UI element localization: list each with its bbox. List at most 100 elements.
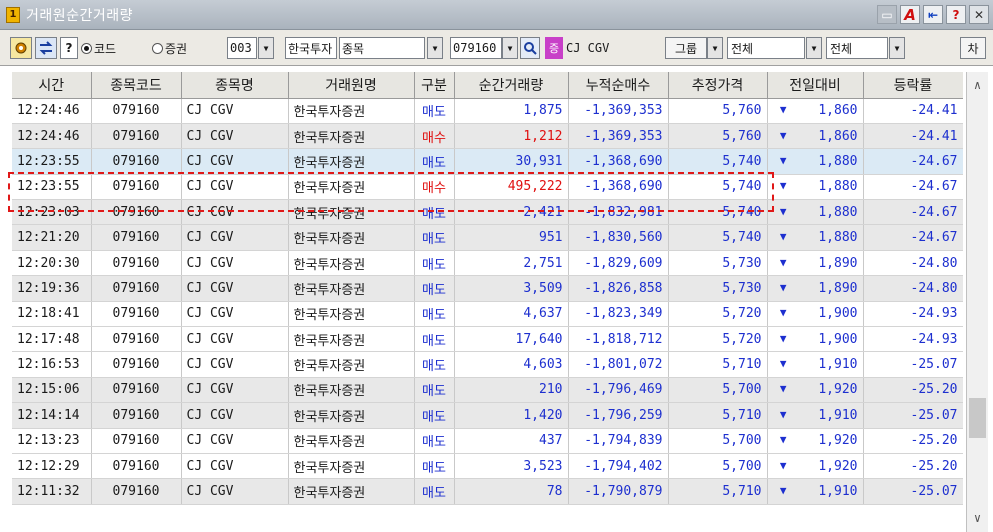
table-row[interactable]: 12:19:36 079160 CJ CGV 한국투자증권 매도 3,509 -1,826,… [12, 275, 963, 302]
col-header-name[interactable]: 종목명 [181, 72, 289, 99]
cell-stock-name: CJ CGV [181, 428, 289, 454]
chevron-down-icon[interactable]: ▼ [502, 37, 518, 59]
radio-code[interactable]: 코드 [81, 37, 116, 59]
cell-side: 매도 [414, 199, 455, 226]
magnifier-icon[interactable] [520, 37, 540, 59]
cell-code: 079160 [91, 351, 182, 378]
cell-broker: 한국투자증권 [288, 478, 415, 505]
table-row[interactable]: 12:23:55 079160 CJ CGV 한국투자증권 매수 495,222 -1,36… [12, 174, 963, 201]
help-icon[interactable]: ? [946, 5, 966, 24]
cell-stock-name: CJ CGV [181, 98, 289, 124]
cell-cum-net: -1,801,072 [568, 351, 669, 378]
table-body: 12:24:46 079160 CJ CGV 한국투자증권 매도 1,875 -1,369,… [12, 98, 963, 505]
cell-code: 079160 [91, 402, 182, 429]
cell-volume: 4,603 [454, 351, 569, 378]
chevron-down-icon[interactable]: ▼ [806, 37, 822, 59]
table-row[interactable]: 12:16:53 079160 CJ CGV 한국투자증권 매도 4,603 -1,801,… [12, 351, 963, 378]
radio-broker[interactable]: 증권 [152, 37, 187, 59]
cell-change: ▼ 1,880 [767, 224, 864, 251]
table-row[interactable]: 12:23:03 079160 CJ CGV 한국투자증권 매도 2,421 -1,832,… [12, 199, 963, 226]
cell-stock-name: CJ CGV [181, 275, 289, 302]
cell-est-price: 5,740 [668, 174, 768, 201]
cell-volume: 1,875 [454, 98, 569, 124]
cell-est-price: 5,710 [668, 402, 768, 429]
table-row[interactable]: 12:11:32 079160 CJ CGV 한국투자증권 매도 78 -1,790,879… [12, 478, 963, 505]
cell-code: 079160 [91, 377, 182, 404]
broker-code-select[interactable]: 003 [227, 37, 257, 59]
col-header-time[interactable]: 시간 [12, 72, 92, 99]
gear-icon[interactable] [10, 37, 32, 59]
group-button[interactable]: 그룹 [665, 37, 707, 59]
cell-est-price: 5,700 [668, 453, 768, 480]
table-row[interactable]: 12:14:14 079160 CJ CGV 한국투자증권 매도 1,420 -1,796,… [12, 402, 963, 429]
change-value: 1,900 [818, 306, 858, 322]
down-triangle-icon: ▼ [779, 255, 787, 269]
cell-rate: -24.41 [863, 98, 963, 124]
cell-cum-net: -1,369,353 [568, 98, 669, 124]
scroll-thumb[interactable] [969, 398, 986, 438]
chevron-down-icon[interactable]: ▼ [258, 37, 274, 59]
chevron-down-icon[interactable]: ▼ [707, 37, 723, 59]
col-header-est-price[interactable]: 추정가격 [668, 72, 768, 99]
swap-arrows-icon[interactable] [35, 37, 57, 59]
filter-select-2[interactable]: 전체 [826, 37, 888, 59]
col-header-broker[interactable]: 거래원명 [288, 72, 415, 99]
kind-select[interactable]: 종목 [339, 37, 425, 59]
table-row[interactable]: 12:15:06 079160 CJ CGV 한국투자증권 매도 210 -1,796,46… [12, 377, 963, 404]
broker-name-field[interactable]: 한국투자 [285, 37, 337, 59]
market-badge: 증 [545, 37, 563, 59]
cell-stock-name: CJ CGV [181, 301, 289, 328]
cell-est-price: 5,740 [668, 199, 768, 226]
cell-change: ▼ 1,920 [767, 428, 864, 454]
font-a-icon[interactable]: A [900, 5, 920, 24]
cell-stock-name: CJ CGV [181, 326, 289, 353]
cell-code: 079160 [91, 275, 182, 302]
col-header-volume[interactable]: 순간거래량 [454, 72, 569, 99]
filter-select-1[interactable]: 전체 [727, 37, 805, 59]
cell-rate: -24.67 [863, 148, 963, 175]
cell-cum-net: -1,829,609 [568, 250, 669, 277]
close-icon[interactable]: ✕ [969, 5, 989, 24]
col-header-code[interactable]: 종목코드 [91, 72, 182, 99]
restore-icon[interactable]: ▭ [877, 5, 897, 24]
cell-est-price: 5,700 [668, 377, 768, 404]
cell-rate: -25.20 [863, 428, 963, 454]
cell-side: 매수 [414, 174, 455, 201]
table-row[interactable]: 12:21:20 079160 CJ CGV 한국투자증권 매도 951 -1,830,56… [12, 224, 963, 251]
scroll-up-icon[interactable]: ∧ [967, 75, 988, 95]
table-row[interactable]: 12:13:23 079160 CJ CGV 한국투자증권 매도 437 -1,794,83… [12, 428, 963, 454]
table-row[interactable]: 12:12:29 079160 CJ CGV 한국투자증권 매도 3,523 -1,794,… [12, 453, 963, 480]
change-value: 1,860 [818, 103, 858, 119]
cell-side: 매도 [414, 250, 455, 277]
table-row[interactable]: 12:17:48 079160 CJ CGV 한국투자증권 매도 17,640 -1,818… [12, 326, 963, 353]
col-header-rate[interactable]: 등락률 [863, 72, 963, 99]
cell-time: 12:16:53 [12, 351, 92, 378]
table-row[interactable]: 12:24:46 079160 CJ CGV 한국투자증권 매도 1,875 -1,369,… [12, 98, 963, 124]
table-row[interactable]: 12:18:41 079160 CJ CGV 한국투자증권 매도 4,637 -1,823,… [12, 301, 963, 328]
help-button[interactable]: ? [60, 37, 78, 59]
cell-cum-net: -1,796,259 [568, 402, 669, 429]
table-row[interactable]: 12:20:30 079160 CJ CGV 한국투자증권 매도 2,751 -1,829,… [12, 250, 963, 277]
cell-stock-name: CJ CGV [181, 478, 289, 505]
vertical-scrollbar[interactable]: ∧ ∨ [966, 72, 988, 532]
cell-time: 12:24:46 [12, 98, 92, 124]
col-header-change[interactable]: 전일대비 [767, 72, 864, 99]
cell-cum-net: -1,823,349 [568, 301, 669, 328]
cell-cum-net: -1,830,560 [568, 224, 669, 251]
cell-cum-net: -1,832,981 [568, 199, 669, 226]
cell-rate: -24.67 [863, 174, 963, 201]
cell-change: ▼ 1,890 [767, 275, 864, 302]
chevron-down-icon[interactable]: ▼ [889, 37, 905, 59]
cell-code: 079160 [91, 428, 182, 454]
pin-icon[interactable]: ⇤ [923, 5, 943, 24]
col-header-cum-net[interactable]: 누적순매수 [568, 72, 669, 99]
cell-cum-net: -1,826,858 [568, 275, 669, 302]
chart-button[interactable]: 차 [960, 37, 986, 59]
chevron-down-icon[interactable]: ▼ [427, 37, 443, 59]
stock-code-input[interactable]: 079160 [450, 37, 502, 59]
col-header-side[interactable]: 구분 [414, 72, 455, 99]
scroll-down-icon[interactable]: ∨ [967, 508, 988, 528]
table-row[interactable]: 12:24:46 079160 CJ CGV 한국투자증권 매수 1,212 -1,369,… [12, 123, 963, 150]
table-row[interactable]: 12:23:55 079160 CJ CGV 한국투자증권 매도 30,931 -1,368… [12, 148, 963, 175]
cell-est-price: 5,710 [668, 351, 768, 378]
